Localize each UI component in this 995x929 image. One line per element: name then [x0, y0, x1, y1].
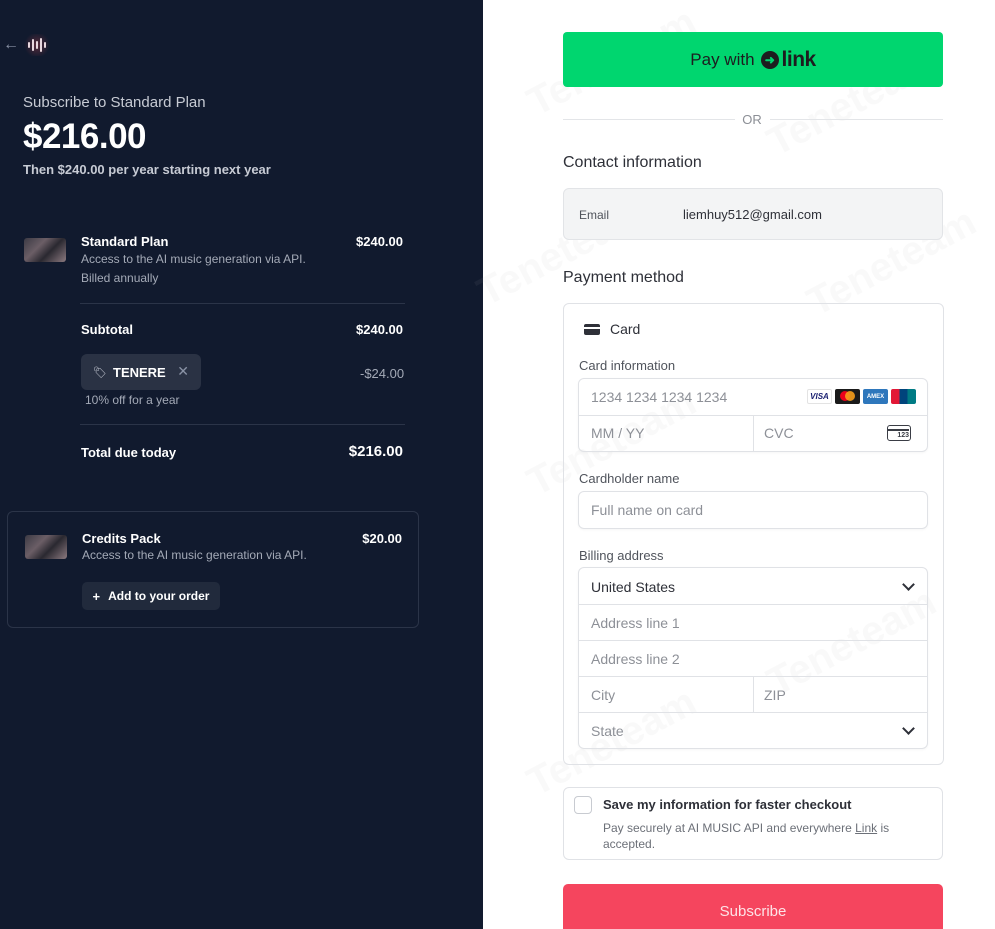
plan-description: Access to the AI music generation via AP…: [81, 252, 306, 266]
or-divider-right: [770, 119, 943, 120]
zip-input[interactable]: ZIP: [764, 687, 786, 703]
save-info-description: Pay securely at AI MUSIC API and everywh…: [603, 820, 913, 852]
divider: [579, 604, 927, 605]
card-brands: VISA AMEX: [807, 389, 916, 404]
card-info-label: Card information: [579, 358, 676, 373]
city-input[interactable]: City: [591, 687, 615, 703]
divider: [753, 415, 754, 451]
cvc-input[interactable]: CVC: [764, 425, 794, 441]
email-label: Email: [579, 208, 610, 222]
total-label: Total due today: [81, 445, 177, 460]
card-number-input[interactable]: 1234 1234 1234 1234: [591, 389, 727, 405]
state-select[interactable]: State: [591, 723, 624, 739]
divider: [579, 712, 927, 713]
address-line-1-input[interactable]: Address line 1: [591, 615, 680, 631]
subscribe-button[interactable]: Subscribe: [563, 884, 943, 929]
divider: [80, 303, 405, 304]
email-row: Email liemhuy512@gmail.com: [563, 188, 943, 240]
plan-billing: Billed annually: [81, 271, 159, 285]
upsell-price: $20.00: [362, 531, 402, 546]
address-line-2-input[interactable]: Address line 2: [591, 651, 680, 667]
divider: [753, 676, 754, 712]
billing-address-label: Billing address: [579, 548, 664, 563]
unionpay-icon: [891, 389, 916, 404]
expiry-input[interactable]: MM / YY: [591, 425, 644, 441]
card-option-label[interactable]: Card: [610, 321, 640, 337]
brand-logo-icon: [24, 34, 50, 56]
cardholder-input[interactable]: Full name on card: [591, 502, 703, 518]
renewal-note: Then $240.00 per year starting next year: [23, 162, 271, 177]
mastercard-icon: [835, 389, 860, 404]
link-logo: ➜ link: [760, 47, 817, 72]
link-button-prefix: Pay with: [690, 49, 755, 69]
remove-coupon-icon[interactable]: ✕: [177, 363, 189, 380]
link-text-link[interactable]: Link: [855, 821, 877, 835]
or-text: OR: [742, 112, 762, 127]
subtotal-label: Subtotal: [81, 322, 133, 337]
divider: [579, 640, 927, 641]
subscribe-title: Subscribe to Standard Plan: [23, 94, 206, 111]
plan-name: Standard Plan: [81, 234, 169, 249]
country-select[interactable]: United States: [591, 579, 675, 595]
credit-card-icon: [584, 324, 600, 335]
subtotal-value: $240.00: [356, 322, 403, 337]
save-info-checkbox[interactable]: [574, 796, 592, 814]
upsell-thumbnail: [25, 535, 67, 559]
add-to-order-label: Add to your order: [108, 589, 210, 603]
order-summary-panel: ← Subscribe to Standard Plan $216.00 The…: [0, 0, 483, 929]
save-info-desc-prefix: Pay securely at AI MUSIC API and everywh…: [603, 821, 856, 835]
cvc-card-icon: 123: [887, 425, 911, 441]
upsell-name: Credits Pack: [82, 531, 161, 546]
add-to-order-button[interactable]: + Add to your order: [82, 582, 220, 610]
plan-thumbnail: [24, 238, 66, 262]
visa-icon: VISA: [807, 389, 832, 404]
price-today: $216.00: [23, 117, 147, 156]
back-arrow-icon[interactable]: ←: [3, 36, 19, 54]
upsell-description: Access to the AI music generation via AP…: [82, 548, 307, 562]
pay-with-link-button[interactable]: Pay with ➜ link: [563, 32, 943, 87]
payment-method-title: Payment method: [563, 269, 684, 286]
cardholder-label: Cardholder name: [579, 471, 680, 486]
email-value: liemhuy512@gmail.com: [683, 207, 822, 222]
coupon-code: TENERE: [113, 364, 166, 380]
plus-icon: +: [92, 588, 101, 604]
upsell-card: [7, 511, 419, 628]
link-arrow-icon: ➜: [760, 50, 779, 69]
coupon-chip[interactable]: 🏷 TENERE ✕: [81, 354, 201, 390]
link-brand: link: [781, 47, 817, 71]
contact-title: Contact information: [563, 154, 702, 171]
amex-icon: AMEX: [863, 389, 888, 404]
divider: [80, 424, 405, 425]
save-info-title: Save my information for faster checkout: [603, 797, 852, 812]
total-value: $216.00: [348, 443, 403, 460]
tag-icon: 🏷: [93, 367, 107, 379]
discount-note: 10% off for a year: [85, 393, 180, 407]
plan-price: $240.00: [356, 234, 403, 249]
or-divider-left: [563, 119, 735, 120]
discount-value: -$24.00: [360, 366, 405, 381]
